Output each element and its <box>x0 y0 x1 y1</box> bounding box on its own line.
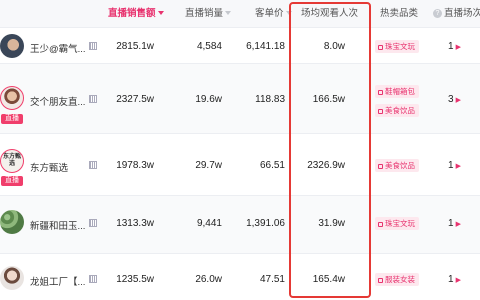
category-tag: 服装女装 <box>375 273 419 286</box>
avatar[interactable] <box>0 34 24 58</box>
table-header: 直播销售额 直播销量 客单价 场均观看人次 热卖品类 ? 直播场次 <box>0 0 480 28</box>
avg-viewers-value: 31.9w <box>318 218 345 229</box>
live-volume-value: 29.7w <box>195 160 222 171</box>
live-volume-value: 4,584 <box>196 41 222 52</box>
anchor-name[interactable]: 交个朋友直... <box>30 94 86 108</box>
live-volume-value: 26.0w <box>195 274 222 285</box>
play-arrow-icon: ▶ <box>455 163 461 170</box>
table-row[interactable]: 东方甄选 直播 东方甄选 1978.3w 29.7w 66.51 2326.9w… <box>0 134 480 196</box>
sessions-value[interactable]: 1 ▶ <box>448 41 461 52</box>
live-sales-value: 2815.1w <box>116 41 154 52</box>
tag-icon <box>378 163 383 169</box>
category-tag: 美食饮品 <box>375 104 419 117</box>
category-header-label: 热卖品类 <box>380 8 419 19</box>
sessions-value[interactable]: 1 ▶ <box>448 274 461 285</box>
anchor-name[interactable]: 龙姐工厂【... <box>30 274 86 288</box>
avatar[interactable] <box>0 86 24 110</box>
price-value: 66.51 <box>259 160 285 171</box>
live-sales-value: 2327.5w <box>116 94 154 105</box>
live-badge: 直播 <box>1 114 23 124</box>
volume-header-label: 直播销量 <box>185 8 224 19</box>
sort-price[interactable]: 客单价 <box>255 0 292 28</box>
qr-code-icon[interactable] <box>89 219 97 227</box>
qr-code-icon[interactable] <box>89 42 97 50</box>
tag-icon <box>378 221 383 227</box>
tag-icon <box>378 44 383 50</box>
qr-code-icon[interactable] <box>89 161 97 169</box>
category-tag: 美食饮品 <box>375 159 419 172</box>
live-volume-value: 9,441 <box>196 218 222 229</box>
category-tag: 珠宝文玩 <box>375 217 419 230</box>
live-badge: 直播 <box>1 176 23 186</box>
category-header: 热卖品类 <box>380 0 418 28</box>
price-header-label: 客单价 <box>255 8 284 19</box>
avatar[interactable] <box>0 210 24 234</box>
play-arrow-icon: ▶ <box>455 44 461 51</box>
anchor-name[interactable]: 王少@霸气... <box>30 41 86 55</box>
help-icon[interactable]: ? <box>433 8 442 18</box>
play-arrow-icon: ▶ <box>455 221 461 228</box>
avatar[interactable] <box>0 266 24 290</box>
category-tag: 鞋帽箱包 <box>375 85 419 98</box>
table-row[interactable]: 新疆和田玉... 1313.3w 9,441 1,391.06 31.9w 珠宝… <box>0 196 480 254</box>
avg-viewers-value: 166.5w <box>312 94 345 105</box>
sort-sessions[interactable]: ? 直播场次 <box>433 0 480 28</box>
play-arrow-icon: ▶ <box>455 97 461 104</box>
sort-icon <box>285 11 292 16</box>
price-value: 47.51 <box>259 274 285 285</box>
sort-icon <box>225 11 232 16</box>
price-value: 1,391.06 <box>246 218 285 229</box>
sessions-value[interactable]: 1 ▶ <box>448 160 461 171</box>
avg-viewers-value: 165.4w <box>312 274 345 285</box>
table-row[interactable]: 龙姐工厂【... 1235.5w 26.0w 47.51 165.4w 服装女装… <box>0 254 480 300</box>
qr-code-icon[interactable] <box>89 275 97 283</box>
sort-desc-icon <box>157 11 164 16</box>
sessions-header-label: 直播场次 <box>444 8 480 19</box>
qr-code-icon[interactable] <box>89 95 97 103</box>
table-row[interactable]: 王少@霸气... 2815.1w 4,584 6,141.18 8.0w 珠宝文… <box>0 28 480 64</box>
avatar[interactable]: 东方甄选 <box>0 149 24 173</box>
anchor-name[interactable]: 东方甄选 <box>30 160 86 174</box>
play-arrow-icon: ▶ <box>455 277 461 284</box>
table-row[interactable]: 直播 交个朋友直... 2327.5w 19.6w 118.83 166.5w … <box>0 64 480 134</box>
live-volume-value: 19.6w <box>195 94 222 105</box>
sort-live-sales[interactable]: 直播销售额 <box>108 0 164 28</box>
live-sales-value: 1313.3w <box>116 218 154 229</box>
tag-icon <box>378 108 383 114</box>
live-sales-value: 1235.5w <box>116 274 154 285</box>
category-tag: 珠宝文玩 <box>375 40 419 53</box>
viewers-header-label: 场均观看人次 <box>301 8 359 19</box>
sales-header-label: 直播销售额 <box>108 8 156 19</box>
sort-avg-viewers[interactable]: 场均观看人次 <box>301 0 358 28</box>
tag-icon <box>378 277 383 283</box>
price-value: 6,141.18 <box>246 41 285 52</box>
live-sales-value: 1978.3w <box>116 160 154 171</box>
avg-viewers-value: 8.0w <box>323 41 345 52</box>
sessions-value[interactable]: 1 ▶ <box>448 218 461 229</box>
sessions-value[interactable]: 3 ▶ <box>448 94 461 105</box>
price-value: 118.83 <box>255 94 285 105</box>
avg-viewers-value: 2326.9w <box>307 160 345 171</box>
anchor-name[interactable]: 新疆和田玉... <box>30 218 86 232</box>
sort-live-volume[interactable]: 直播销量 <box>185 0 232 28</box>
tag-icon <box>378 89 383 95</box>
